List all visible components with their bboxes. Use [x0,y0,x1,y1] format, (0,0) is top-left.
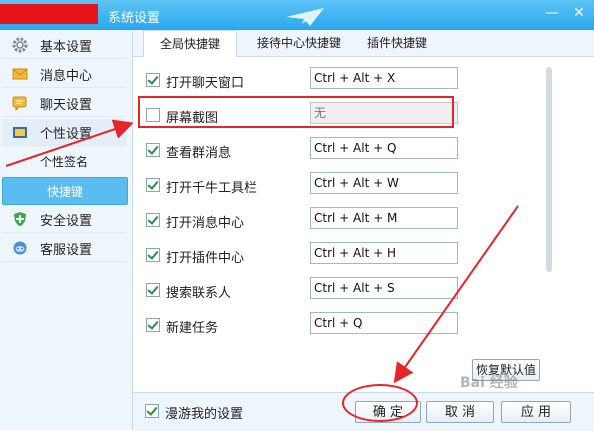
shortcut-row: 打开插件中心 Ctrl + Alt + H [146,242,458,268]
shortcut-label: 打开消息中心 [166,216,245,231]
shortcut-row: 打开消息中心 Ctrl + Alt + M [146,207,458,233]
tab-bar: 全局快捷键 接待中心快捷键 插件快捷键 [133,30,594,58]
paper-plane-icon [286,8,324,26]
shortcut-label: 打开千牛工具栏 [166,181,258,196]
sidebar-item-label: 聊天设置 [40,97,93,113]
headset-icon [12,240,28,256]
gear-icon [12,37,28,53]
tab-reception-shortcuts[interactable]: 接待中心快捷键 [243,30,355,56]
sidebar-item-service[interactable]: 客服设置 [2,235,126,262]
minimize-button[interactable]: — [542,3,562,23]
shortcut-checkbox[interactable] [146,178,160,192]
shortcut-checkbox[interactable] [146,213,160,227]
sidebar-subitem-shortcuts[interactable]: 快捷键 [2,177,128,205]
shield-icon [12,211,28,227]
shortcut-key-input[interactable]: Ctrl + Alt + S [310,277,458,299]
shortcut-key-input[interactable]: Ctrl + Alt + X [310,67,458,89]
title-bar: 系统设置 — ✕ [0,0,594,30]
sidebar-item-label: 个性设置 [40,126,93,142]
shortcut-key-input[interactable]: Ctrl + Alt + M [310,207,458,229]
chat-bubble-icon [12,95,28,111]
sidebar-item-label: 安全设置 [40,213,93,229]
shortcut-key-input[interactable]: Ctrl + Alt + H [310,242,458,264]
cancel-button[interactable]: 取 消 [426,401,494,423]
sidebar-item-chat[interactable]: 聊天设置 [2,90,126,117]
close-button[interactable]: ✕ [569,3,589,23]
shortcut-row: 查看群消息 Ctrl + Alt + Q [146,137,458,163]
tab-plugin-shortcuts[interactable]: 插件快捷键 [355,30,439,56]
sidebar-item-label: 客服设置 [40,242,93,258]
shortcut-checkbox[interactable] [146,248,160,262]
sidebar-subitem-signature[interactable]: 个性签名 [2,148,126,174]
shortcut-checkbox[interactable] [146,283,160,297]
apply-button[interactable]: 应 用 [501,401,571,423]
shortcut-checkbox[interactable] [146,143,160,157]
sidebar: 基本设置 消息中心 聊天设置 个性设置 个性签名 快捷键 安全设置 客服设置 [0,30,133,430]
scrollbar[interactable] [546,67,552,272]
shortcut-checkbox[interactable] [146,318,160,332]
shortcut-key-input[interactable]: Ctrl + Alt + Q [310,137,458,159]
shortcut-label: 打开插件中心 [166,251,245,266]
shortcut-row: 新建任务 Ctrl + Q [146,312,458,338]
shortcut-label: 搜索联系人 [166,286,232,301]
roaming-checkbox[interactable] [145,404,159,418]
shortcut-checkbox[interactable] [146,73,160,87]
sidebar-item-basic[interactable]: 基本设置 [2,32,126,59]
shortcut-label: 打开聊天窗口 [166,76,245,91]
shortcut-key-input[interactable]: Ctrl + Alt + W [310,172,458,194]
shortcut-key-input[interactable]: Ctrl + Q [310,312,458,334]
envelope-icon [12,66,28,82]
sidebar-item-personalize[interactable]: 个性设置 [2,119,126,146]
shortcut-row: 搜索联系人 Ctrl + Alt + S [146,277,458,303]
window-title: 系统设置 [108,11,161,26]
shortcut-label: 新建任务 [166,321,219,336]
redacted-app-name [0,4,98,24]
shortcut-label: 查看群消息 [166,146,232,161]
sidebar-item-label: 消息中心 [40,68,93,84]
shortcut-row: 打开聊天窗口 Ctrl + Alt + X [146,67,458,93]
shortcut-row: 打开千牛工具栏 Ctrl + Alt + W [146,172,458,198]
annotation-highlight-box [138,96,454,128]
sidebar-item-label: 基本设置 [40,39,93,55]
annotation-highlight-ellipse [342,384,418,422]
tab-global-shortcuts[interactable]: 全局快捷键 [143,30,237,58]
sidebar-item-security[interactable]: 安全设置 [2,206,126,233]
personalize-icon [12,124,28,140]
roaming-label: 漫游我的设置 [165,407,244,422]
watermark: Bai 经验 [460,375,518,391]
sidebar-item-message-center[interactable]: 消息中心 [2,61,126,88]
